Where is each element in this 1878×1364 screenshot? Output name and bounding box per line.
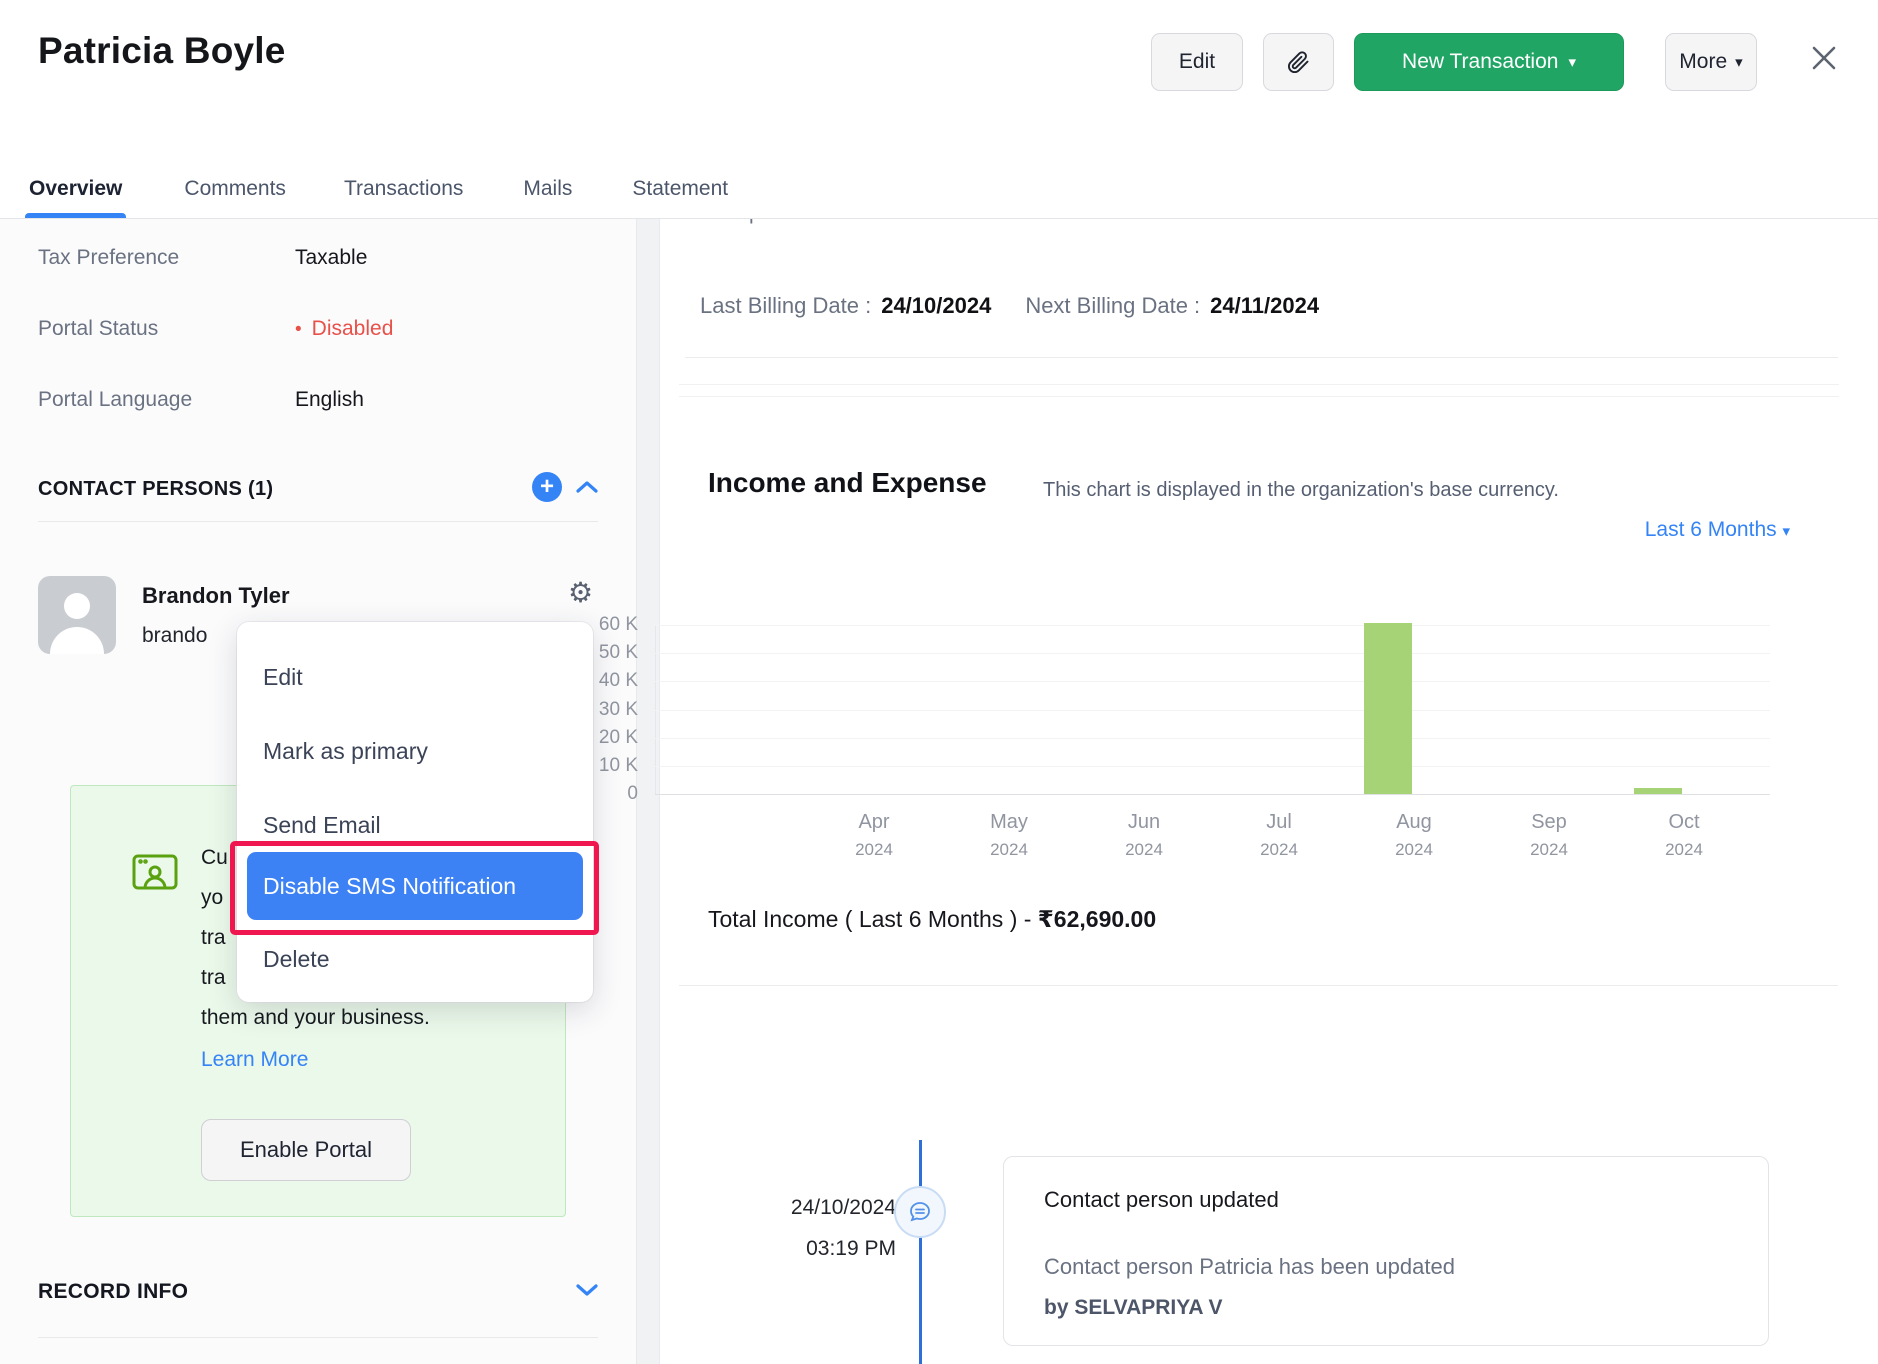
menu-item-mark-as-primary[interactable]: Mark as primary <box>263 738 428 765</box>
divider <box>679 985 1838 986</box>
timeline-time: 03:19 PM <box>700 1237 896 1261</box>
last-billing-date-label: Last Billing Date : <box>700 293 871 319</box>
x-axis-label: Apr2024 <box>804 811 944 860</box>
customer-portal-icon <box>132 852 178 890</box>
tab-overview[interactable]: Overview <box>29 160 122 218</box>
caret-down-icon: ▾ <box>1568 55 1576 70</box>
gridline <box>655 681 1770 682</box>
chart-title: Income and Expense <box>708 467 987 499</box>
page-title: Patricia Boyle <box>38 30 286 72</box>
edit-button[interactable]: Edit <box>1151 33 1243 91</box>
chart-period-dropdown[interactable]: Last 6 Months ▾ <box>1604 518 1790 542</box>
divider <box>685 357 1838 358</box>
income-bar <box>1634 788 1682 794</box>
tab-comments[interactable]: Comments <box>184 160 286 218</box>
gridline <box>655 625 1770 626</box>
menu-item-edit[interactable]: Edit <box>263 664 303 691</box>
gridline <box>655 766 1770 767</box>
timeline-line <box>919 1140 922 1364</box>
clipped-subscription-row: Subscription...SUB-00002 <box>679 219 1679 235</box>
x-axis-baseline <box>655 794 1770 795</box>
x-axis-label: Oct2024 <box>1614 811 1754 860</box>
portal-status-label: Portal Status <box>38 317 158 341</box>
collapse-contact-persons-icon[interactable] <box>576 480 598 494</box>
divider <box>38 1337 598 1338</box>
income-bar <box>1364 623 1412 794</box>
income-expense-chart: 60 K50 K40 K30 K20 K10 K0Apr2024May2024J… <box>655 625 1770 794</box>
status-dot-icon: • <box>295 319 302 340</box>
tab-bar: Overview Comments Transactions Mails Sta… <box>0 160 1878 219</box>
contact-persons-header: CONTACT PERSONS (1) <box>38 478 273 501</box>
gridline <box>655 653 1770 654</box>
caret-down-icon: ▾ <box>1782 523 1790 540</box>
close-icon[interactable] <box>1804 38 1844 78</box>
portal-language-value: English <box>295 388 364 412</box>
next-billing-date-label: Next Billing Date : <box>1025 293 1200 319</box>
tax-preference-label: Tax Preference <box>38 246 179 270</box>
more-button[interactable]: More ▾ <box>1665 33 1757 91</box>
tab-transactions[interactable]: Transactions <box>344 160 463 218</box>
total-income-text: Total Income ( Last 6 Months ) - ₹62,690… <box>708 906 1156 933</box>
last-billing-date-value: 24/10/2024 <box>881 293 991 319</box>
x-axis-label: Jun2024 <box>1074 811 1214 860</box>
gridline <box>655 710 1770 711</box>
edit-button-label: Edit <box>1179 50 1215 74</box>
event-description: Contact person Patricia has been updated <box>1044 1254 1455 1280</box>
contact-person-context-menu: Edit Mark as primary Send Email Disable … <box>237 622 593 1002</box>
timeline-comment-icon <box>894 1186 946 1238</box>
attachment-button[interactable] <box>1263 33 1334 91</box>
timeline-date: 24/10/2024 <box>700 1196 896 1220</box>
portal-status-value: •Disabled <box>295 317 393 341</box>
learn-more-link[interactable]: Learn More <box>201 1048 308 1072</box>
record-info-header: RECORD INFO <box>38 1280 188 1304</box>
tab-statement[interactable]: Statement <box>632 160 728 218</box>
x-axis-label: Aug2024 <box>1344 811 1484 860</box>
menu-item-delete[interactable]: Delete <box>263 946 329 973</box>
next-billing-date-value: 24/11/2024 <box>1210 293 1319 319</box>
contact-person-name: Brandon Tyler <box>142 583 290 609</box>
expand-record-info-icon[interactable] <box>576 1283 598 1297</box>
chart-subtitle: This chart is displayed in the organizat… <box>1043 479 1559 502</box>
x-axis-label: Jul2024 <box>1209 811 1349 860</box>
new-transaction-button[interactable]: New Transaction ▾ <box>1354 33 1624 91</box>
portal-language-label: Portal Language <box>38 388 192 412</box>
contact-avatar <box>38 576 116 654</box>
plus-icon: + <box>540 475 554 499</box>
event-title: Contact person updated <box>1044 1187 1279 1213</box>
new-transaction-label: New Transaction <box>1402 50 1558 74</box>
contact-person-email: brando <box>142 624 207 648</box>
caret-down-icon: ▾ <box>1735 55 1743 70</box>
divider <box>679 396 1839 397</box>
more-button-label: More <box>1679 50 1727 74</box>
paperclip-icon <box>1287 51 1310 74</box>
x-axis-label: Sep2024 <box>1479 811 1619 860</box>
tax-preference-value: Taxable <box>295 246 367 270</box>
x-axis-label: May2024 <box>939 811 1079 860</box>
divider <box>679 384 1839 385</box>
contact-settings-gear-icon[interactable]: ⚙ <box>568 576 593 609</box>
gridline <box>655 738 1770 739</box>
menu-item-disable-sms-notification[interactable]: Disable SMS Notification <box>247 852 583 920</box>
timeline-event-card: Contact person updated Contact person Pa… <box>1003 1156 1769 1346</box>
menu-item-send-email[interactable]: Send Email <box>263 812 381 839</box>
divider <box>38 521 598 522</box>
enable-portal-button[interactable]: Enable Portal <box>201 1119 411 1181</box>
tab-mails[interactable]: Mails <box>523 160 572 218</box>
billing-dates-row: Last Billing Date : 24/10/2024 Next Bill… <box>700 293 1319 319</box>
add-contact-person-button[interactable]: + <box>532 472 562 502</box>
event-author: by SELVAPRIYA V <box>1044 1296 1223 1320</box>
